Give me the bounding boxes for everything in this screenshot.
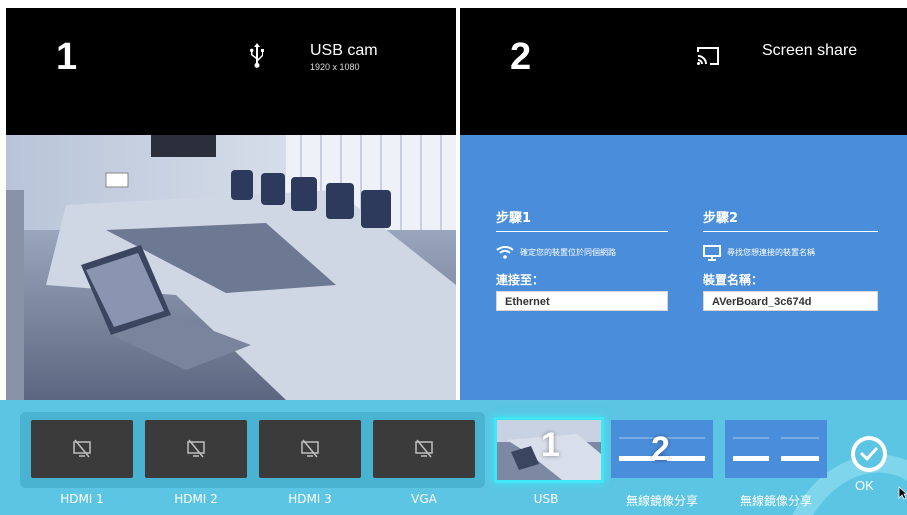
source-pane-1[interactable]: 1 USB cam 1920 x 1080 xyxy=(6,8,456,400)
source-label-vga: VGA xyxy=(411,492,437,506)
thumbnail-badge: 1 xyxy=(541,426,560,464)
source-title: Screen share xyxy=(762,42,858,59)
usb-icon xyxy=(249,43,264,68)
conference-room-photo xyxy=(6,135,456,400)
source-tile-wireless-2[interactable] xyxy=(725,420,827,478)
monitor-icon xyxy=(703,245,721,261)
source-label-wireless-2: 無線鏡像分享 xyxy=(739,494,812,508)
no-signal-icon xyxy=(415,439,433,458)
ok-label: OK xyxy=(855,478,874,493)
no-signal-icon xyxy=(301,439,319,458)
source-tile-hdmi-1[interactable] xyxy=(31,420,133,478)
source-label-hdmi-2: HDMI 2 xyxy=(174,492,218,506)
thumbnail-badge: 2 xyxy=(651,430,670,468)
no-signal-icon xyxy=(73,439,91,458)
pane-number: 2 xyxy=(510,36,532,78)
source-resolution: 1920 x 1080 xyxy=(310,62,360,72)
wifi-icon xyxy=(496,246,514,259)
source-tile-usb[interactable]: 1 xyxy=(494,417,604,483)
source-tile-wireless-1[interactable]: 2 xyxy=(611,420,713,478)
step1-divider xyxy=(496,231,668,232)
device-name-field: AVerBoard_3c674d xyxy=(703,291,878,311)
step2-title: 步驟2 xyxy=(703,211,739,226)
source-tile-hdmi-3[interactable] xyxy=(259,420,361,478)
pane-number: 1 xyxy=(56,36,78,78)
source-label-hdmi-1: HDMI 1 xyxy=(60,492,104,506)
check-icon xyxy=(855,440,883,468)
step1-note: 確定您的裝置位於同個網路 xyxy=(520,248,616,257)
source-tile-hdmi-2[interactable] xyxy=(145,420,247,478)
source-label-wireless-1: 無線鏡像分享 xyxy=(625,494,698,508)
step2-note: 尋找您想連接的裝置名稱 xyxy=(727,248,815,257)
device-name-label: 裝置名稱： xyxy=(703,273,764,287)
step2-divider xyxy=(703,231,878,232)
step1-title: 步驟1 xyxy=(496,211,532,226)
network-field: Ethernet xyxy=(496,291,668,311)
source-pane-2[interactable]: 2 Screen share 步驟1 確定您的裝置位於同個網路 連接至： Eth… xyxy=(460,8,907,400)
screen-share-thumbnail xyxy=(733,437,819,461)
source-tile-vga[interactable] xyxy=(373,420,475,478)
screen-share-panel: 步驟1 確定您的裝置位於同個網路 連接至： Ethernet 步驟2 尋找您想連… xyxy=(460,135,907,400)
source-label-hdmi-3: HDMI 3 xyxy=(288,492,332,506)
ok-button[interactable] xyxy=(851,436,887,472)
cast-icon xyxy=(697,47,719,65)
source-title: USB cam xyxy=(310,42,378,59)
connect-label: 連接至： xyxy=(496,273,545,287)
no-signal-icon xyxy=(187,439,205,458)
source-label-usb: USB xyxy=(533,492,559,506)
mouse-cursor-icon xyxy=(898,486,907,500)
